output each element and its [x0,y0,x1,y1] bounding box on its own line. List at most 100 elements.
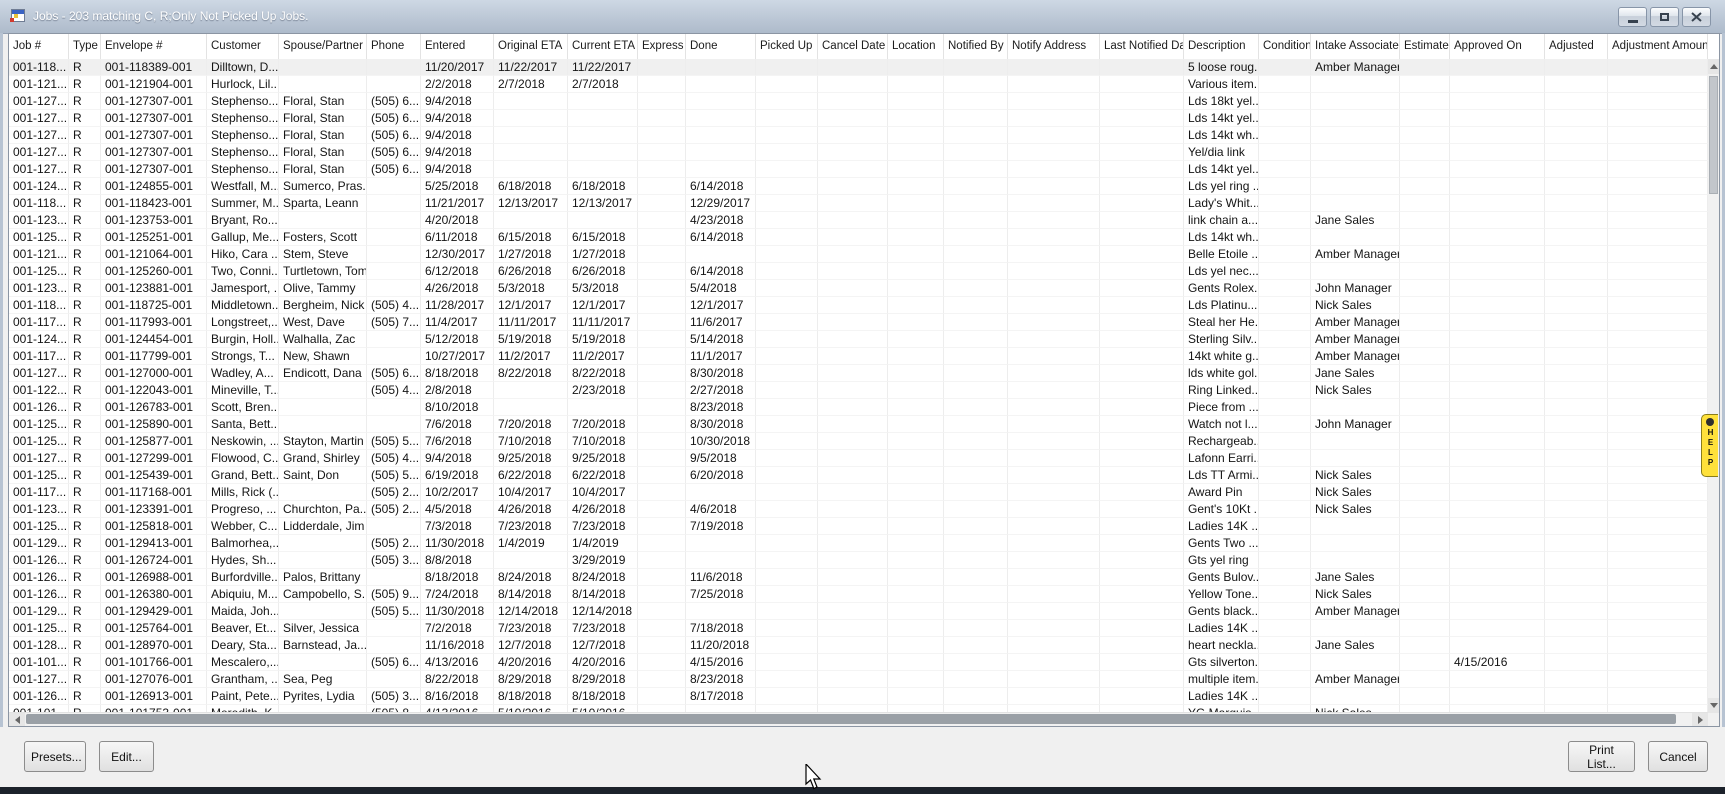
table-cell [818,518,888,535]
column-header-location[interactable]: Location [888,34,944,59]
table-row[interactable]: 001-122...R001-122043-001Mineville, T...… [9,382,1708,399]
title-bar[interactable]: Jobs - 203 matching C, R;Only Not Picked… [0,0,1725,34]
help-tab[interactable]: HELP [1701,414,1718,477]
table-row[interactable]: 001-128...R001-128970-001Deary, Sta...Ba… [9,637,1708,654]
table-cell [888,535,944,552]
table-row[interactable]: 001-126...R001-126783-001Scott, Bren...8… [9,399,1708,416]
table-row[interactable]: 001-125...R001-125890-001Santa, Bett...7… [9,416,1708,433]
table-cell [1545,229,1608,246]
table-cell [1608,246,1708,263]
table-cell: 001-125890-001 [101,416,207,433]
column-header-last-notified-date[interactable]: Last Notified Date [1100,34,1184,59]
table-cell: 6/22/2018 [568,467,638,484]
table-cell [1608,552,1708,569]
table-cell: 9/4/2018 [421,144,494,161]
scroll-up-button[interactable] [1708,59,1719,74]
table-row[interactable]: 001-126...R001-126724-001Hydes, Sh...(50… [9,552,1708,569]
table-row[interactable]: 001-118...R001-118423-001Summer, M...Spa… [9,195,1708,212]
table-row[interactable]: 001-129...R001-129413-001Balmorhea,...(5… [9,535,1708,552]
table-cell [1608,416,1708,433]
horizontal-scroll-thumb[interactable] [26,714,1676,724]
column-header-envelope[interactable]: Envelope # [101,34,207,59]
table-row[interactable]: 001-121...R001-121904-001Hurlock, Lil...… [9,76,1708,93]
table-row[interactable]: 001-124...R001-124454-001Burgin, Holl...… [9,331,1708,348]
table-row[interactable]: 001-101...R001-101766-001Mescalero,...(5… [9,654,1708,671]
table-row[interactable]: 001-117...R001-117168-001Mills, Rick (..… [9,484,1708,501]
table-row[interactable]: 001-127...R001-127307-001Stephenso...Flo… [9,93,1708,110]
table-cell: 001-126988-001 [101,569,207,586]
presets-button[interactable]: Presets... [24,741,86,772]
restore-button[interactable] [1650,7,1679,27]
table-row[interactable]: 001-127...R001-127307-001Stephenso...Flo… [9,127,1708,144]
scroll-down-button[interactable] [1708,698,1719,713]
column-header-current-eta[interactable]: Current ETA [568,34,638,59]
table-row[interactable]: 001-123...R001-123881-001Jamesport, ...O… [9,280,1708,297]
column-header-job[interactable]: Job # [9,34,69,59]
table-row[interactable]: 001-129...R001-129429-001Maida, Joh...(5… [9,603,1708,620]
cancel-button[interactable]: Cancel [1648,741,1708,772]
table-row[interactable]: 001-127...R001-127307-001Stephenso...Flo… [9,110,1708,127]
column-header-description[interactable]: Description [1184,34,1259,59]
column-header-estimated[interactable]: Estimated [1400,34,1450,59]
close-button[interactable] [1682,7,1711,27]
horizontal-scrollbar[interactable] [9,712,1708,726]
table-cell [888,671,944,688]
column-header-phone[interactable]: Phone [367,34,421,59]
table-row[interactable]: 001-127...R001-127307-001Stephenso...Flo… [9,144,1708,161]
table-row[interactable]: 001-123...R001-123391-001Progreso, ...Ch… [9,501,1708,518]
table-row[interactable]: 001-118...R001-118725-001Middletown...Be… [9,297,1708,314]
table-cell [818,365,888,382]
scroll-left-button[interactable] [9,713,25,726]
column-header-express[interactable]: Express [638,34,686,59]
table-row[interactable]: 001-125...R001-125818-001Webber, C...Lid… [9,518,1708,535]
table-cell [1008,688,1100,705]
table-row[interactable]: 001-127...R001-127299-001Flowood, C...Gr… [9,450,1708,467]
column-header-approved-on[interactable]: Approved On [1450,34,1545,59]
table-row[interactable]: 001-125...R001-125764-001Beaver, Et...Si… [9,620,1708,637]
column-header-intake-associate[interactable]: Intake Associate [1311,34,1400,59]
table-row[interactable]: 001-126...R001-126380-001Abiquiu, M...Ca… [9,586,1708,603]
column-header-original-eta[interactable]: Original ETA [494,34,568,59]
vertical-scrollbar[interactable] [1708,59,1719,713]
scroll-right-button[interactable] [1692,713,1708,726]
table-cell [756,127,818,144]
table-row[interactable]: 001-124...R001-124855-001Westfall, M...S… [9,178,1708,195]
column-header-done[interactable]: Done [686,34,756,59]
table-row[interactable]: 001-126...R001-126913-001Paint, Pete...P… [9,688,1708,705]
table-row[interactable]: 001-118...R001-118389-001Dilltown, D...1… [9,59,1708,76]
column-header-entered[interactable]: Entered [421,34,494,59]
column-header-adjustment-amount[interactable]: Adjustment Amount [1608,34,1708,59]
table-row[interactable]: 001-125...R001-125251-001Gallup, Me...Fo… [9,229,1708,246]
table-cell [686,110,756,127]
vertical-scroll-thumb[interactable] [1709,76,1718,194]
column-header-notify-address[interactable]: Notify Address [1008,34,1100,59]
column-header-picked-up[interactable]: Picked Up [756,34,818,59]
print-list-button[interactable]: Print List... [1568,741,1635,772]
edit-button[interactable]: Edit... [99,741,154,772]
table-cell [888,127,944,144]
table-cell: R [69,620,101,637]
column-header-adjusted[interactable]: Adjusted [1545,34,1608,59]
table-row[interactable]: 001-127...R001-127000-001Wadley, A...End… [9,365,1708,382]
table-row[interactable]: 001-123...R001-123753-001Bryant, Ro...4/… [9,212,1708,229]
minimize-button[interactable] [1618,7,1647,27]
column-header-type[interactable]: Type [69,34,101,59]
column-header-customer[interactable]: Customer [207,34,279,59]
table-cell [279,212,367,229]
table-row[interactable]: 001-125...R001-125877-001Neskowin, ...St… [9,433,1708,450]
column-header-notified-by[interactable]: Notified By [944,34,1008,59]
column-header-cancel-date[interactable]: Cancel Date [818,34,888,59]
column-header-condition[interactable]: Condition [1259,34,1311,59]
table-row[interactable]: 001-117...R001-117993-001Longstreet,...W… [9,314,1708,331]
column-header-spouse-partner[interactable]: Spouse/Partner [279,34,367,59]
table-cell: 11/4/2017 [421,314,494,331]
table-row[interactable]: 001-125...R001-125260-001Two, Conni...Tu… [9,263,1708,280]
table-row[interactable]: 001-121...R001-121064-001Hiko, Cara ...S… [9,246,1708,263]
table-row[interactable]: 001-117...R001-117799-001Strongs, T...Ne… [9,348,1708,365]
table-row[interactable]: 001-126...R001-126988-001Burfordville...… [9,569,1708,586]
table-row[interactable]: 001-127...R001-127076-001Grantham, ...Se… [9,671,1708,688]
table-row[interactable]: 001-127...R001-127307-001Stephenso...Flo… [9,161,1708,178]
table-cell [1100,467,1184,484]
table-row[interactable]: 001-125...R001-125439-001Grand, Bett...S… [9,467,1708,484]
table-cell: 9/25/2018 [568,450,638,467]
